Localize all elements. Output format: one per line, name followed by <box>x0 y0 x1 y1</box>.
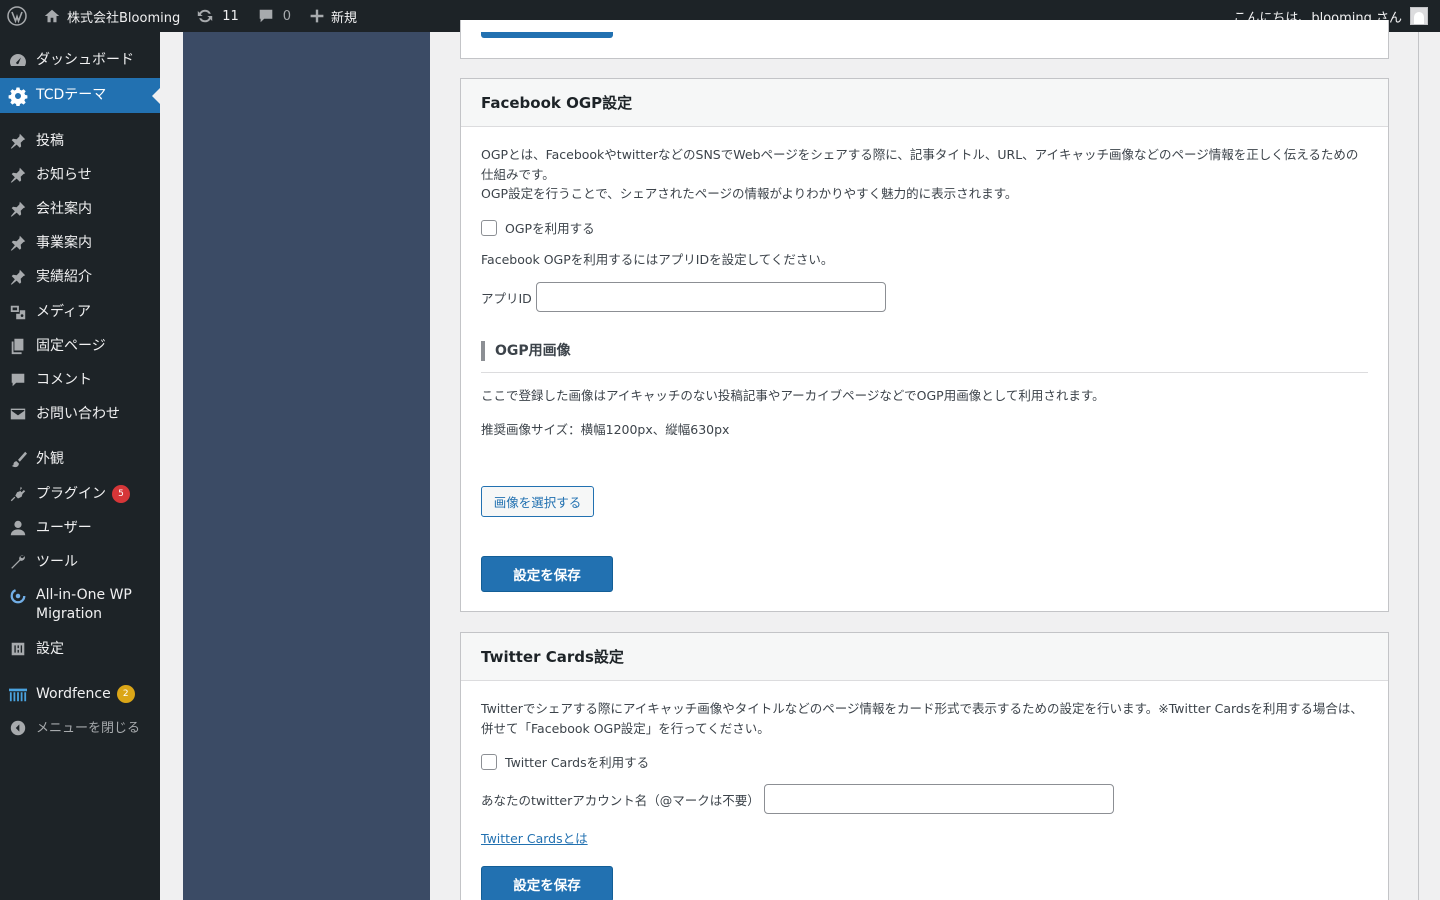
plus-icon <box>310 9 324 23</box>
menu-item-posts[interactable]: 投稿 <box>0 129 160 153</box>
menu-item-appearance[interactable]: 外観 <box>0 447 160 471</box>
menu-item-media[interactable]: メディア <box>0 300 160 324</box>
app-id-label: アプリID <box>481 290 532 306</box>
gear-icon <box>0 86 36 106</box>
menu-item-settings[interactable]: 設定 <box>0 637 160 661</box>
content-right-border <box>1418 32 1419 900</box>
twitter-account-row: あなたのtwitterアカウント名（@マークは不要） <box>481 784 1114 814</box>
home-icon <box>44 9 60 23</box>
use-ogp-label: OGPを利用する <box>505 221 595 236</box>
menu-item-works[interactable]: 実績紹介 <box>0 265 160 289</box>
pushpin-icon <box>0 268 36 286</box>
collapse-arrow-icon <box>0 719 36 737</box>
envelope-icon <box>0 405 36 423</box>
collapse-menu-button[interactable]: メニューを閉じる <box>0 716 160 740</box>
comment-bubble-icon <box>259 9 273 23</box>
pushpin-icon <box>0 200 36 218</box>
facebook-ogp-panel: Facebook OGP設定 OGPとは、Facebookやtwitterなどの… <box>460 78 1389 612</box>
menu-item-comments[interactable]: コメント <box>0 368 160 392</box>
updates-count: 11 <box>222 8 239 24</box>
twitter-cards-panel: Twitter Cards設定 Twitterでシェアする際にアイキャッチ画像や… <box>460 632 1389 900</box>
menu-item-business[interactable]: 事業案内 <box>0 231 160 255</box>
pushpin-icon <box>0 234 36 252</box>
use-ogp-checkbox[interactable] <box>481 219 497 236</box>
select-image-button[interactable]: 画像を選択する <box>481 486 594 517</box>
new-label: 新規 <box>331 10 358 26</box>
menu-item-company[interactable]: 会社案内 <box>0 197 160 221</box>
subheading-accent-bar <box>481 341 485 361</box>
wordpress-logo-icon[interactable] <box>0 0 37 32</box>
menu-item-all-in-one-wp-migration[interactable]: All-in-One WP Migration <box>0 586 160 626</box>
menu-item-pages[interactable]: 固定ページ <box>0 334 160 358</box>
use-twitter-cards-checkbox[interactable] <box>481 753 497 770</box>
save-settings-button[interactable]: 設定を保存 <box>481 866 613 900</box>
use-twitter-cards-row: Twitter Cardsを利用する <box>481 752 649 771</box>
comments-link[interactable]: 0 <box>247 0 299 32</box>
recommended-size: 推奨画像サイズ：横幅1200px、縦幅630px <box>481 422 730 437</box>
ogp-image-heading: OGP用画像 <box>495 343 571 359</box>
ogp-image-subheading: OGP用画像 <box>481 341 1368 373</box>
panel-title: Facebook OGP設定 <box>461 79 1388 127</box>
menu-item-wordfence[interactable]: Wordfence 2 <box>0 682 160 706</box>
previous-save-button[interactable] <box>481 32 613 38</box>
app-id-input[interactable] <box>535 282 886 312</box>
updates-link[interactable]: 11 <box>188 0 247 32</box>
use-twitter-cards-label: Twitter Cardsを利用する <box>505 755 650 770</box>
twitter-account-label: あなたのtwitterアカウント名（@マークは不要） <box>481 792 760 808</box>
migration-icon <box>0 586 36 605</box>
wrench-icon <box>0 553 36 571</box>
twitter-cards-about-link[interactable]: Twitter Cardsとは <box>481 828 588 847</box>
plugin-icon <box>0 485 36 503</box>
pushpin-icon <box>0 166 36 184</box>
menu-item-users[interactable]: ユーザー <box>0 516 160 540</box>
settings-sliders-icon <box>0 640 36 658</box>
menu-item-plugins[interactable]: プラグイン 5 <box>0 482 160 506</box>
twitter-description: Twitterでシェアする際にアイキャッチ画像やタイトルなどのページ情報をカード… <box>481 701 1363 736</box>
site-name: 株式会社Blooming <box>67 10 181 26</box>
dashboard-gauge-icon <box>0 50 36 70</box>
ogp-description: OGPとは、FacebookやtwitterなどのSNSでWebページをシェアす… <box>481 145 1369 204</box>
ogp-description-line2: OGP設定を行うことで、シェアされたページの情報がよりわかりやすく魅力的に表示さ… <box>481 186 1018 201</box>
menu-item-dashboard[interactable]: ダッシュボード <box>0 48 160 72</box>
use-ogp-row: OGPを利用する <box>481 218 595 237</box>
avatar <box>1410 7 1428 25</box>
menu-item-tcd-theme[interactable]: TCDテーマ <box>0 78 160 113</box>
wordfence-badge: 2 <box>116 685 135 703</box>
twitter-account-input[interactable] <box>763 784 1114 814</box>
comment-bubble-icon <box>0 371 36 389</box>
content-background-band <box>183 32 430 900</box>
menu-item-contact[interactable]: お問い合わせ <box>0 402 160 426</box>
pushpin-icon <box>0 132 36 150</box>
ogp-description-line1: OGPとは、FacebookやtwitterなどのSNSでWebページをシェアす… <box>481 147 1359 182</box>
paintbrush-icon <box>0 450 36 468</box>
menu-item-news[interactable]: お知らせ <box>0 163 160 187</box>
previous-panel-bottom <box>460 20 1389 59</box>
site-name-link[interactable]: 株式会社Blooming <box>37 0 188 32</box>
menu-item-tools[interactable]: ツール <box>0 550 160 574</box>
app-id-row: アプリID <box>481 282 886 312</box>
refresh-icon <box>198 9 213 23</box>
new-content-link[interactable]: 新規 <box>299 0 365 32</box>
menu-aiowp-line1: All-in-One WP <box>36 587 132 603</box>
comments-count: 0 <box>282 8 292 24</box>
app-id-note: Facebook OGPを利用するにはアプリIDを設定してください。 <box>481 252 834 267</box>
plugins-update-badge: 5 <box>112 485 130 503</box>
admin-sidebar: ダッシュボード TCDテーマ 投稿 お知らせ 会社案内 事業案内 実績紹介 メデ… <box>0 32 160 900</box>
user-icon <box>0 519 36 537</box>
menu-aiowp-line2: Migration <box>36 606 103 622</box>
pages-icon <box>0 337 36 355</box>
panel-title: Twitter Cards設定 <box>461 633 1388 681</box>
media-icon <box>0 303 36 321</box>
wordfence-icon <box>0 685 36 703</box>
ogp-image-description: ここで登録した画像はアイキャッチのない投稿記事やアーカイブページなどでOGP用画… <box>481 388 1105 403</box>
save-settings-button[interactable]: 設定を保存 <box>481 556 613 592</box>
